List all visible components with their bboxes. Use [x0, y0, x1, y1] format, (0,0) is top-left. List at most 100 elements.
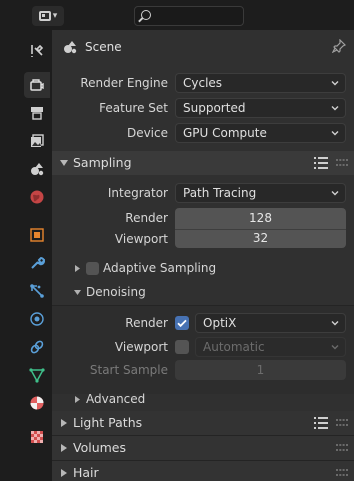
hair-section-header[interactable]: Hair	[52, 461, 354, 481]
drag-handle-icon[interactable]	[336, 159, 348, 167]
chevron-down-icon	[331, 345, 339, 350]
denoise-viewport-value: Automatic	[203, 340, 265, 354]
drag-handle-icon[interactable]	[336, 469, 348, 477]
render-samples-row: Render 128	[52, 207, 354, 229]
feature-set-row: Feature Set Supported	[52, 97, 354, 119]
integrator-row: Integrator Path Tracing	[52, 182, 354, 204]
modifier-icon	[31, 256, 45, 269]
material-icon	[30, 396, 44, 410]
denoise-render-label: Render	[125, 316, 168, 330]
light-paths-section-header[interactable]: Light Paths	[52, 411, 354, 435]
feature-set-value: Supported	[183, 101, 246, 115]
field-divider	[175, 229, 346, 230]
context-title: Scene	[85, 40, 122, 54]
chevron-down-icon	[74, 290, 81, 295]
feature-set-dropdown[interactable]: Supported	[175, 98, 346, 118]
tab-material[interactable]	[24, 390, 50, 416]
adaptive-sampling-checkbox[interactable]	[86, 262, 99, 275]
physics-icon	[30, 312, 44, 326]
output-icon	[31, 107, 43, 120]
search-input[interactable]	[134, 6, 244, 26]
tab-render[interactable]	[24, 72, 50, 98]
denoise-viewport-dropdown[interactable]: Automatic	[195, 337, 346, 357]
denoise-render-checkbox[interactable]	[175, 316, 189, 330]
search-icon	[141, 10, 151, 20]
denoise-viewport-label: Viewport	[114, 340, 168, 354]
editor-type-button[interactable]: ▾	[32, 6, 64, 26]
denoising-subpanel-header[interactable]: Denoising	[52, 281, 354, 305]
particles-icon	[30, 284, 44, 298]
chevron-down-icon	[331, 81, 339, 86]
denoise-viewport-row: Viewport Automatic	[52, 336, 354, 358]
denoise-viewport-checkbox[interactable]	[175, 340, 189, 354]
tab-tool[interactable]	[24, 38, 50, 64]
adaptive-sampling-subpanel-header[interactable]: Adaptive Sampling	[52, 257, 354, 281]
scene-icon	[64, 41, 77, 54]
tab-output[interactable]	[24, 100, 50, 126]
tab-constraints[interactable]	[24, 334, 50, 360]
device-value: GPU Compute	[183, 126, 267, 140]
tab-world[interactable]	[24, 184, 50, 210]
render-engine-value: Cycles	[183, 76, 223, 90]
render-engine-row: Render Engine Cycles	[52, 72, 354, 94]
device-row: Device GPU Compute	[52, 122, 354, 144]
start-sample-field[interactable]: 1	[175, 360, 346, 380]
hair-title: Hair	[73, 465, 99, 480]
scene-icon	[31, 163, 44, 176]
advanced-subpanel-header[interactable]: Advanced	[52, 388, 354, 412]
tab-object[interactable]	[24, 222, 50, 248]
chevron-down-icon	[60, 160, 68, 166]
light-paths-title: Light Paths	[73, 415, 143, 430]
chevron-right-icon	[61, 419, 67, 427]
render-engine-label: Render Engine	[80, 76, 168, 90]
world-icon	[30, 190, 44, 204]
tab-modifier[interactable]	[24, 250, 50, 276]
tab-physics[interactable]	[24, 306, 50, 332]
view-layer-icon	[31, 134, 44, 147]
object-icon	[30, 228, 44, 242]
integrator-dropdown[interactable]: Path Tracing	[175, 183, 346, 203]
viewport-samples-field[interactable]: 32	[175, 228, 346, 248]
volumes-title: Volumes	[73, 440, 127, 455]
denoise-render-dropdown[interactable]: OptiX	[195, 313, 346, 333]
volumes-section-header[interactable]: Volumes	[52, 436, 354, 460]
object-data-icon	[29, 368, 45, 383]
chevron-right-icon	[61, 444, 67, 452]
drag-handle-icon[interactable]	[336, 419, 348, 427]
integrator-value: Path Tracing	[183, 186, 257, 200]
chevron-down-icon	[331, 106, 339, 111]
tab-object-data[interactable]	[24, 362, 50, 388]
sampling-section-header[interactable]: Sampling	[52, 151, 354, 175]
start-sample-label: Start Sample	[89, 363, 168, 377]
viewport-samples-row: Viewport 32	[52, 228, 354, 250]
render-icon	[30, 79, 44, 91]
chevron-down-icon: ▾	[52, 11, 58, 21]
top-bar: ▾	[0, 0, 354, 30]
chevron-right-icon	[75, 396, 80, 403]
render-samples-label: Render	[125, 211, 168, 225]
integrator-label: Integrator	[107, 186, 168, 200]
denoise-render-row: Render OptiX	[52, 312, 354, 334]
properties-tabs	[22, 30, 52, 481]
drag-handle-icon[interactable]	[336, 444, 348, 452]
render-engine-dropdown[interactable]: Cycles	[175, 73, 346, 93]
device-dropdown[interactable]: GPU Compute	[175, 123, 346, 143]
tab-particles[interactable]	[24, 278, 50, 304]
presets-list-icon[interactable]	[314, 157, 328, 169]
adaptive-sampling-title: Adaptive Sampling	[103, 261, 217, 275]
render-samples-field[interactable]: 128	[175, 208, 346, 228]
start-sample-row: Start Sample 1	[52, 359, 354, 381]
presets-list-icon[interactable]	[314, 417, 328, 429]
chevron-down-icon	[331, 321, 339, 326]
tab-view-layer[interactable]	[24, 128, 50, 154]
constraints-icon	[30, 340, 44, 354]
denoising-title: Denoising	[86, 285, 146, 299]
chevron-down-icon	[331, 131, 339, 136]
checkmark-icon	[177, 319, 187, 328]
properties-editor-icon	[38, 11, 51, 21]
properties-panel: Scene Render Engine Cycles Feature Set S…	[52, 30, 354, 481]
tab-texture[interactable]	[24, 424, 50, 450]
chevron-right-icon	[61, 469, 67, 477]
tab-scene[interactable]	[24, 156, 50, 182]
pin-icon[interactable]	[332, 39, 346, 53]
